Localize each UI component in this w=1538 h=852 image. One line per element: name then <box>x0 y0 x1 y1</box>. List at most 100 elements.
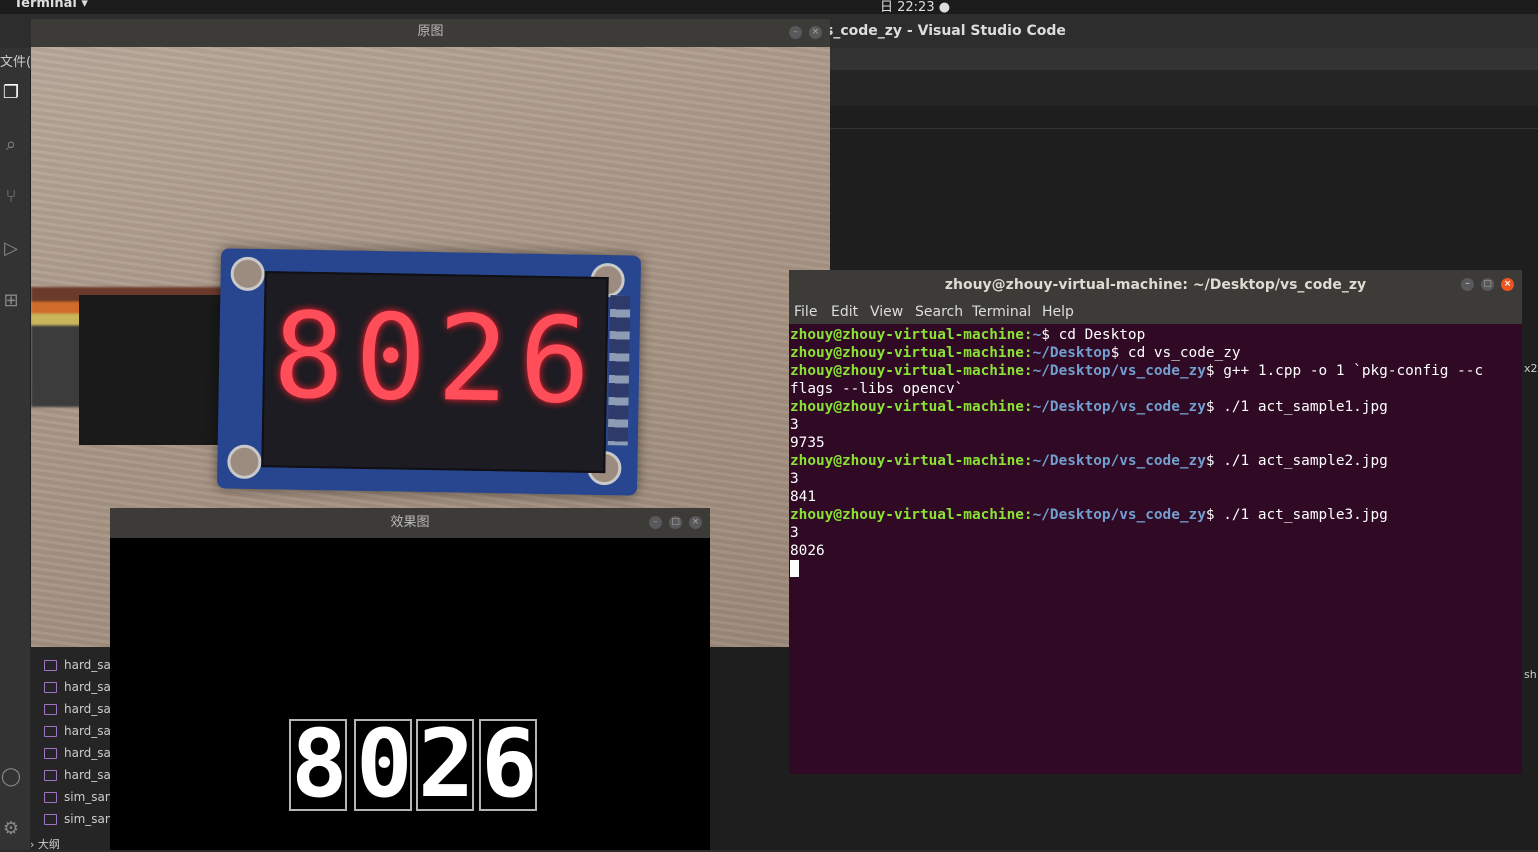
terminal-line: 3 <box>790 417 799 433</box>
window-title: 效果图 <box>390 515 430 530</box>
command-text: $ ./1 act_sample3.jpg <box>1205 507 1388 523</box>
maximize-button[interactable]: □ <box>669 516 682 529</box>
terminal-window: zhouy@zhouy-virtual-machine: ~/Desktop/v… <box>789 270 1522 774</box>
image-file-icon <box>44 814 57 825</box>
vscode-breadcrumb <box>830 106 1538 129</box>
prompt-path: ~/Desktop/vs_code_zy <box>1032 507 1206 523</box>
system-top-bar: Terminal ▾ 日 22:23 ● <box>0 0 1538 15</box>
minimize-button[interactable]: – <box>649 516 662 529</box>
menu-search[interactable]: Search <box>915 304 963 320</box>
side-pins <box>607 295 631 446</box>
image-file-icon <box>44 748 57 759</box>
terminal-line: zhouy@zhouy-virtual-machine:~/Desktop/vs… <box>790 452 1388 470</box>
menu-view[interactable]: View <box>870 304 903 320</box>
command-text: $ cd Desktop <box>1041 327 1146 343</box>
command-text: $ g++ 1.cpp -o 1 `pkg-config --c <box>1205 363 1484 379</box>
menu-terminal[interactable]: Terminal <box>972 304 1031 320</box>
image-file-icon <box>44 726 57 737</box>
run-debug-icon[interactable]: ▷ <box>0 238 22 260</box>
gear-icon[interactable]: ⚙ <box>0 818 22 840</box>
digit-text: 0 <box>356 710 413 819</box>
led-digit: 6 <box>518 290 592 430</box>
image-file-icon <box>44 660 57 671</box>
terminal-line: 9735 <box>790 435 825 451</box>
mount-hole <box>227 444 262 480</box>
digit-text: 8 <box>291 710 348 819</box>
command-text: $ ./1 act_sample2.jpg <box>1205 453 1388 469</box>
close-button[interactable]: × <box>809 26 822 39</box>
window-titlebar[interactable]: zhouy@zhouy-virtual-machine: ~/Desktop/v… <box>789 270 1522 300</box>
segmented-digit: 0 <box>354 710 413 819</box>
window-titlebar[interactable]: 原图 – × <box>31 19 830 47</box>
image-file-icon <box>44 792 57 803</box>
close-button[interactable]: × <box>689 516 702 529</box>
list-item[interactable]: hard_sa <box>30 721 110 743</box>
result-image-window: 效果图 – □ × 8 0 2 6 <box>110 508 710 850</box>
segmented-digit: 8 <box>289 710 348 819</box>
activity-bar: ❐ ⌕ ⑂ ▷ ⊞ ◯ ⚙ <box>0 70 30 850</box>
clock[interactable]: 日 22:23 ● <box>880 0 950 15</box>
led-digit: 8 <box>272 286 346 426</box>
prompt-path: ~ <box>1032 327 1042 343</box>
explorer-file-list: hard_sa hard_sa hard_sa hard_sa hard_sa … <box>30 636 110 850</box>
terminal-line: zhouy@zhouy-virtual-machine:~$ cd Deskto… <box>790 326 1145 344</box>
menu-help[interactable]: Help <box>1042 304 1074 320</box>
list-item[interactable]: hard_sa <box>30 765 110 787</box>
minimize-button[interactable]: – <box>789 26 802 39</box>
menu-edit[interactable]: Edit <box>831 304 858 320</box>
prompt-user: zhouy@zhouy-virtual-machine: <box>790 327 1033 343</box>
led-digit: 0 <box>354 287 428 427</box>
digit-text: 2 <box>418 710 475 819</box>
mount-hole <box>230 256 265 292</box>
terminal-line: 841 <box>790 489 816 505</box>
segmented-digit: 2 <box>416 710 475 819</box>
prompt-user: zhouy@zhouy-virtual-machine: <box>790 453 1033 469</box>
prompt-user: zhouy@zhouy-virtual-machine: <box>790 507 1033 523</box>
prompt-user: zhouy@zhouy-virtual-machine: <box>790 345 1033 361</box>
terminal-line: zhouy@zhouy-virtual-machine:~/Desktop/vs… <box>790 506 1388 524</box>
minimize-button[interactable]: – <box>1461 278 1474 291</box>
prompt-user: zhouy@zhouy-virtual-machine: <box>790 363 1033 379</box>
extensions-icon[interactable]: ⊞ <box>0 290 22 312</box>
vscode-tab-bar <box>830 70 1538 106</box>
list-item[interactable]: hard_sa <box>30 743 110 765</box>
window-title: zhouy@zhouy-virtual-machine: ~/Desktop/v… <box>944 277 1367 293</box>
explorer-icon[interactable]: ❐ <box>0 82 22 104</box>
menu-file[interactable]: File <box>794 304 817 320</box>
prompt-user: zhouy@zhouy-virtual-machine: <box>790 399 1033 415</box>
cable-connector <box>79 295 229 445</box>
command-text: $ ./1 act_sample1.jpg <box>1205 399 1388 415</box>
list-item[interactable]: hard_sa <box>30 655 110 677</box>
display-module-board: 8 0 2 6 <box>216 248 642 496</box>
terminal-line: zhouy@zhouy-virtual-machine:~/Desktop/vs… <box>790 362 1483 380</box>
maximize-button[interactable]: □ <box>1481 278 1494 291</box>
list-item[interactable]: sim_san <box>30 787 110 809</box>
digit-text: 6 <box>481 710 538 819</box>
close-button[interactable]: × <box>1501 278 1514 291</box>
terminal-line: 8026 <box>790 543 825 559</box>
account-icon[interactable]: ◯ <box>0 766 22 788</box>
window-titlebar[interactable]: 效果图 – □ × <box>110 508 710 538</box>
search-icon[interactable]: ⌕ <box>0 134 22 156</box>
window-title: 原图 <box>417 24 444 39</box>
list-item[interactable]: hard_sa <box>30 699 110 721</box>
source-control-icon[interactable]: ⑂ <box>0 186 22 208</box>
led-digit: 2 <box>436 289 510 429</box>
image-file-icon <box>44 770 57 781</box>
list-item[interactable]: hard_sa <box>30 677 110 699</box>
outline-section[interactable]: › 大纲 <box>30 836 110 851</box>
vscode-title: s_code_zy - Visual Studio Code <box>825 23 1066 39</box>
prompt-path: ~/Desktop/vs_code_zy <box>1032 363 1206 379</box>
list-item[interactable]: sim_san <box>30 809 110 831</box>
text-cursor <box>790 560 799 577</box>
terminal-line: zhouy@zhouy-virtual-machine:~/Desktop$ c… <box>790 344 1241 362</box>
command-text: $ cd vs_code_zy <box>1110 345 1241 361</box>
vscode-right-edge: x2 sh <box>1522 304 1538 684</box>
active-app-menu[interactable]: Terminal ▾ <box>14 0 88 11</box>
terminal-line: 3 <box>790 471 799 487</box>
terminal-output[interactable]: zhouy@zhouy-virtual-machine:~$ cd Deskto… <box>789 324 1522 774</box>
prompt-path: ~/Desktop/vs_code_zy <box>1032 399 1206 415</box>
binarized-result-image: 8 0 2 6 <box>110 538 710 850</box>
segmented-digit: 6 <box>479 710 538 819</box>
seven-segment-display: 8 0 2 6 <box>261 271 609 474</box>
